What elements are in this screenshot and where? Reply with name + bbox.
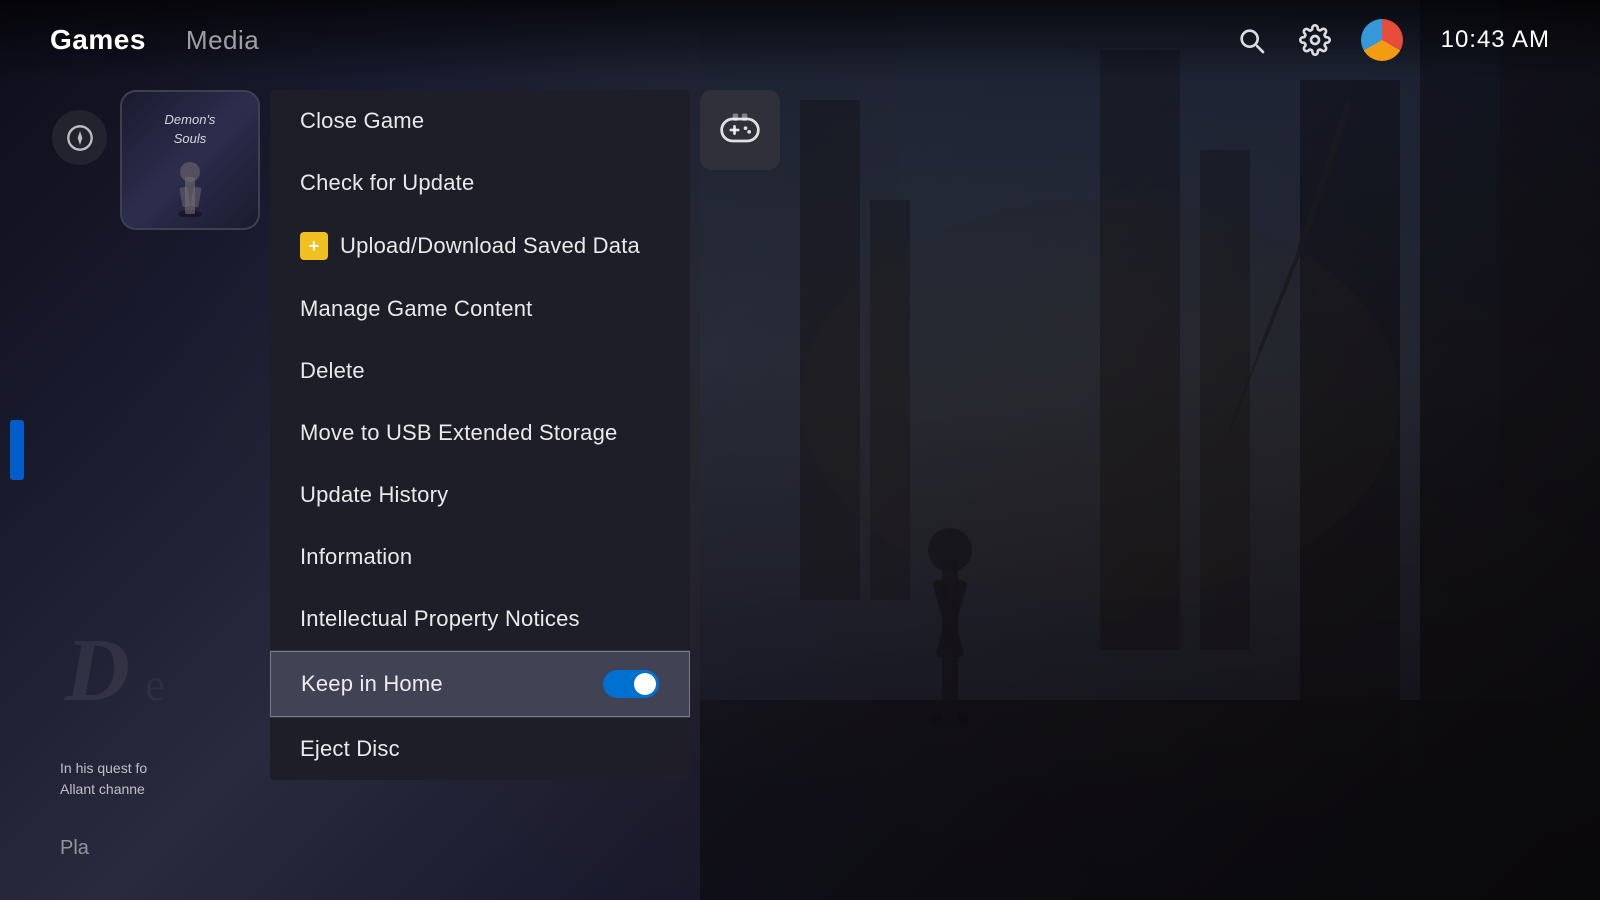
description-text: In his quest fo Allant channe (60, 758, 147, 800)
game-description: In his quest fo Allant channe (60, 758, 147, 800)
ps-plus-icon: + (300, 232, 328, 260)
nav-games[interactable]: Games (50, 24, 146, 56)
menu-item-eject-disc[interactable]: Eject Disc (270, 718, 690, 780)
context-menu: Close Game Check for Update + Upload/Downlo… (270, 90, 690, 780)
time-display: 10:43 AM (1441, 26, 1550, 54)
gamepad-button[interactable] (700, 90, 780, 170)
menu-item-label-information: Information (300, 544, 412, 570)
menu-item-label-update-history: Update History (300, 482, 448, 508)
menu-item-label-check-update: Check for Update (300, 170, 474, 196)
search-button[interactable] (1233, 22, 1269, 58)
game-logo-svg: D e (60, 615, 260, 735)
game-logo-bg: D e (60, 615, 260, 740)
nav-media[interactable]: Media (186, 25, 259, 56)
menu-item-label-keep-home: Keep in Home (301, 671, 443, 697)
toggle-keep-home[interactable] (603, 670, 659, 698)
toggle-knob-keep-home (634, 673, 656, 695)
menu-item-ip-notices[interactable]: Intellectual Property Notices (270, 588, 690, 650)
side-nav-indicator (10, 420, 24, 480)
search-icon (1235, 24, 1267, 56)
menu-item-delete[interactable]: Delete (270, 340, 690, 402)
gear-icon (1299, 24, 1331, 56)
menu-item-label-move-usb: Move to USB Extended Storage (300, 420, 617, 446)
menu-item-close-game[interactable]: Close Game (270, 90, 690, 152)
menu-item-check-update[interactable]: Check for Update (270, 152, 690, 214)
menu-item-label-upload-download: Upload/Download Saved Data (340, 233, 640, 259)
game-thumb-art (163, 152, 218, 217)
settings-button[interactable] (1297, 22, 1333, 58)
gamepad-icon (718, 108, 762, 152)
top-nav-bar: Games Media 10:43 AM (0, 0, 1600, 80)
menu-item-upload-download[interactable]: + Upload/Download Saved Data (270, 214, 690, 278)
compass-icon (66, 124, 94, 152)
play-button-label: Pla (60, 837, 89, 860)
profile-nav-icon[interactable] (52, 110, 107, 165)
menu-item-keep-home[interactable]: Keep in Home (270, 651, 690, 717)
menu-item-information[interactable]: Information (270, 526, 690, 588)
menu-item-label-ip-notices: Intellectual Property Notices (300, 606, 580, 632)
game-thumb-inner: Demon'sSouls (122, 92, 258, 228)
user-avatar[interactable] (1361, 19, 1403, 61)
game-thumbnail[interactable]: Demon'sSouls (120, 90, 260, 230)
svg-text:D: D (64, 621, 130, 720)
menu-item-label-eject-disc: Eject Disc (300, 736, 400, 762)
menu-item-update-history[interactable]: Update History (270, 464, 690, 526)
svg-text:e: e (145, 660, 165, 710)
menu-item-label-manage-content: Manage Game Content (300, 296, 533, 322)
top-bar-right: 10:43 AM (1233, 19, 1550, 61)
game-thumb-title: Demon'sSouls (155, 103, 226, 147)
menu-item-move-usb[interactable]: Move to USB Extended Storage (270, 402, 690, 464)
menu-item-manage-content[interactable]: Manage Game Content (270, 278, 690, 340)
menu-item-label-delete: Delete (300, 358, 365, 384)
menu-item-label-close-game: Close Game (300, 108, 424, 134)
